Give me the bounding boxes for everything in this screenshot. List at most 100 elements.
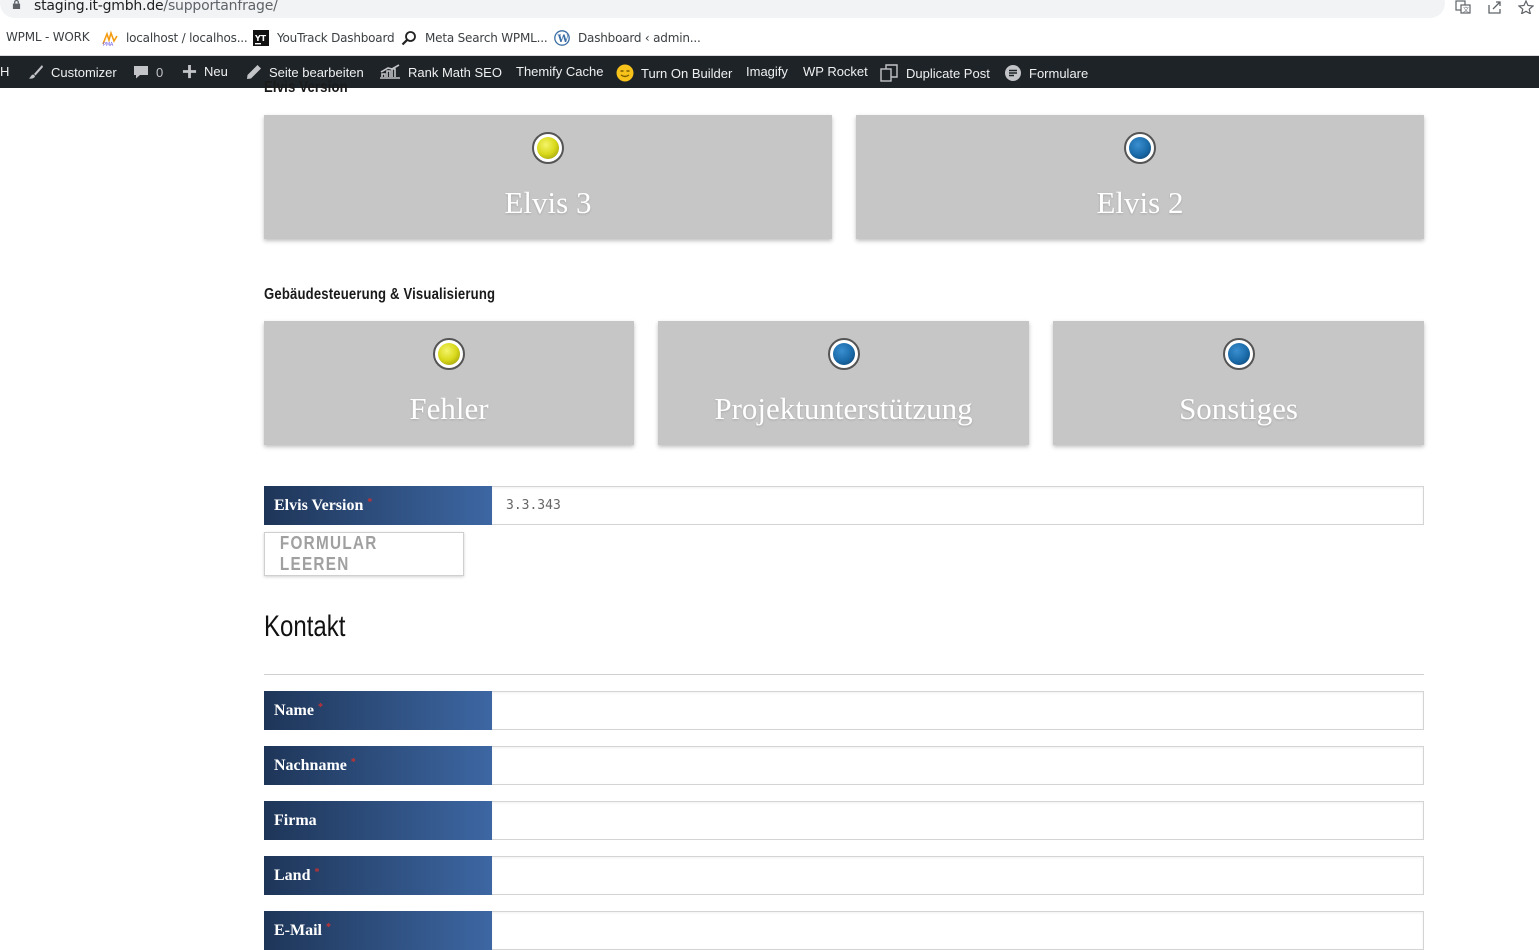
radio-button[interactable] [1222,338,1255,370]
bookmark-wpml-work[interactable]: WPML - WORK [6,30,90,44]
nachname-input[interactable] [492,746,1424,785]
comments-count: 0 [156,64,164,80]
option-label: Projektunterstützung [714,391,973,426]
field-label-text: Name [274,702,314,719]
firma-field: Firma [264,801,1424,840]
bookmark-localhost[interactable]: PMA localhost / localhos... [102,30,248,46]
field-label: Firma [264,801,492,840]
bookmark-label: localhost / localhos... [126,31,248,45]
land-field: Land * [264,856,1424,895]
share-icon[interactable] [1487,0,1503,14]
edit-page-label: Seite bearbeiten [269,64,364,80]
star-icon[interactable] [1518,0,1534,14]
admin-wp-rocket[interactable]: WP Rocket [803,64,868,79]
email-field: E-Mail * [264,911,1424,950]
radio-button[interactable] [532,132,564,164]
themify-smiley-icon [616,64,634,82]
new-label: Neu [204,64,228,79]
imagify-label: Imagify [746,64,788,79]
admin-duplicate-post[interactable]: Duplicate Post [880,64,990,82]
clear-form-label: FORMULAR LEEREN [279,533,378,574]
bookmark-label: Meta Search WPML... [425,31,548,45]
name-field: Name * [264,691,1424,730]
elvis-version-input[interactable]: 3.3.343 [492,486,1424,525]
radio-dot [1227,343,1250,365]
radio-dot [438,343,460,365]
admin-comments[interactable]: 0 [133,64,163,80]
field-label-text: Nachname [274,757,347,774]
duplicate-post-label: Duplicate Post [906,65,990,81]
admin-themify-cache[interactable]: Themify Cache [516,64,603,79]
browser-toolbar: staging.it-gmbh.de/supportanfrage/ 文 [0,0,1539,20]
elvis-section-title: Elvis Version [264,79,348,96]
brush-icon [29,65,43,79]
clear-form-button[interactable]: FORMULAR LEEREN [264,532,464,576]
option-card-elvis-2[interactable]: Elvis 2 [856,115,1424,239]
option-card-projektunterstuetzung[interactable]: Projektunterstützung [658,321,1029,445]
divider [264,674,1424,675]
firma-input[interactable] [492,801,1424,840]
land-input[interactable] [492,856,1424,895]
field-label-text: Elvis Version [274,497,364,514]
field-label-text: Firma [274,812,317,829]
option-card-elvis-3[interactable]: Elvis 3 [264,115,832,239]
field-label-text: E-Mail [274,922,322,939]
field-label: Name * [264,691,492,730]
admin-forms[interactable]: Formulare [1004,64,1088,82]
phpmyadmin-icon: PMA [102,30,118,46]
email-input[interactable] [492,911,1424,950]
bookmarks-bar: WPML - WORK PMA localhost / localhos... … [0,20,1539,56]
radio-button[interactable] [433,338,465,370]
elvis-version-field: Elvis Version * 3.3.343 [264,486,1424,525]
building-section-title: Gebäudesteuerung & Visualisierung [264,286,496,303]
admin-rank-math[interactable]: Rank Math SEO [379,64,502,80]
translate-icon[interactable]: 文 [1455,0,1471,14]
svg-text:文: 文 [1463,6,1469,14]
comment-icon [134,66,148,79]
option-label: Elvis 3 [504,185,592,220]
svg-text:W: W [557,34,570,45]
required-mark: * [350,757,356,768]
field-label: Land * [264,856,492,895]
search-icon [401,31,416,46]
option-card-sonstiges[interactable]: Sonstiges [1053,321,1424,445]
radio-button[interactable] [827,338,860,370]
builder-label: Turn On Builder [641,65,733,81]
themify-cache-label: Themify Cache [516,64,604,79]
contact-title: Kontakt [264,610,346,643]
admin-edit-page[interactable]: Seite bearbeiten [246,64,364,80]
bookmark-meta-search[interactable]: Meta Search WPML... [401,30,548,46]
radio-dot [1129,137,1151,159]
svg-text:PMA: PMA [103,42,114,46]
forms-icon [1005,65,1021,81]
admin-new[interactable]: Neu [182,64,228,79]
svg-text:YT: YT [254,34,267,43]
wp-rocket-label: WP Rocket [803,64,868,79]
bookmark-youtrack[interactable]: YT YouTrack Dashboard [253,30,395,46]
plus-icon [182,64,197,79]
youtrack-icon: YT [253,30,269,46]
option-label: Fehler [409,391,489,426]
field-label: E-Mail * [264,911,492,950]
url-text[interactable]: staging.it-gmbh.de/supportanfrage/ [34,0,278,14]
admin-builder[interactable]: Turn On Builder [616,64,732,82]
name-input[interactable] [492,691,1424,730]
admin-bar-edge-item[interactable]: H [0,64,9,79]
admin-imagify[interactable]: Imagify [746,64,788,79]
nachname-field: Nachname * [264,746,1424,785]
bookmark-label: YouTrack Dashboard [277,31,395,45]
required-mark: * [317,702,323,713]
wordpress-icon: W [554,30,570,46]
admin-customizer[interactable]: Customizer [28,64,117,80]
radio-button[interactable] [1124,132,1156,164]
rank-math-label: Rank Math SEO [408,64,502,80]
field-label: Nachname * [264,746,492,785]
bookmark-label: Dashboard ‹ admin... [578,31,701,45]
url-host: staging.it-gmbh.de [34,0,164,14]
lock-icon[interactable] [12,0,21,9]
field-label-text: Land [274,867,311,884]
bookmark-dashboard[interactable]: W Dashboard ‹ admin... [554,30,701,46]
option-card-fehler[interactable]: Fehler [264,321,634,445]
rank-math-icon [380,64,400,79]
duplicate-icon [880,64,898,82]
